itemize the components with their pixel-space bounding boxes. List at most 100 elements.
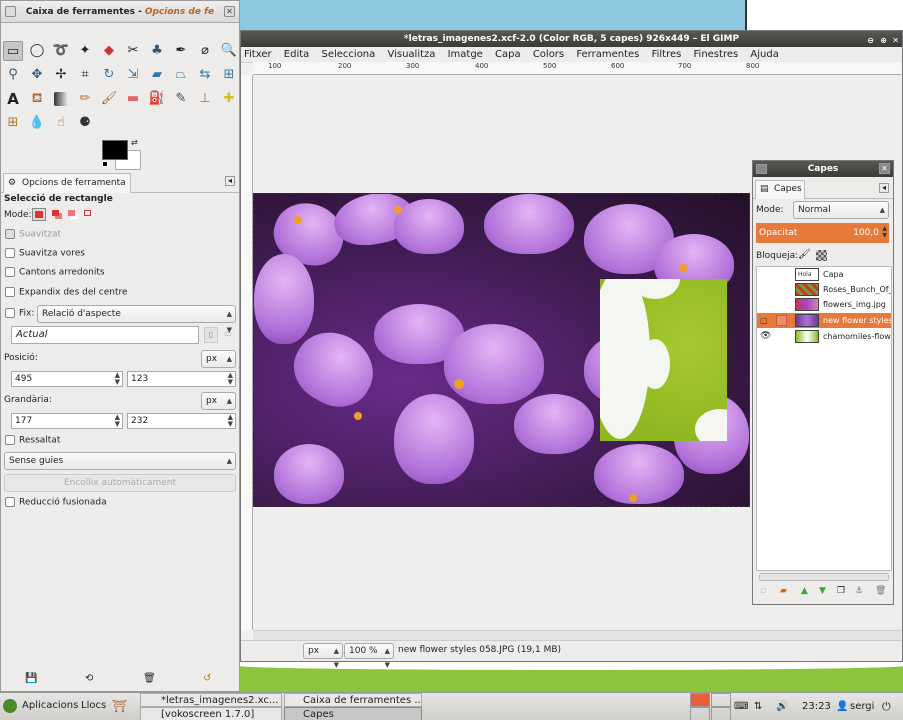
tab-menu-icon[interactable]: ◂ xyxy=(225,176,235,186)
new-layer-group-icon[interactable]: ▰ xyxy=(780,586,787,596)
expand-center-checkbox[interactable]: Expandix des del centre xyxy=(5,287,128,298)
applications-menu[interactable]: Aplicacions xyxy=(22,699,78,713)
menu-file[interactable]: Fitxer xyxy=(244,49,272,60)
mode-replace-icon[interactable] xyxy=(32,208,46,221)
smudge-tool-icon[interactable]: ☝ xyxy=(51,113,71,133)
layer-row[interactable]: flowers_img.jpg xyxy=(757,297,891,312)
measure-tool-icon[interactable]: ⚲ xyxy=(3,65,23,85)
rotate-tool-icon[interactable]: ↻ xyxy=(99,65,119,85)
landscape-icon[interactable]: ▭ xyxy=(221,327,235,343)
feather-checkbox[interactable]: Suavitza vores xyxy=(5,248,85,259)
paintbrush-tool-icon[interactable]: 🖌 xyxy=(99,89,119,109)
position-y-input[interactable]: 123 ▲ ▼ xyxy=(127,371,236,387)
power-icon[interactable]: ⏻ xyxy=(882,700,891,714)
spin-arrows-icon[interactable]: ▲ ▼ xyxy=(115,372,120,386)
portrait-icon[interactable]: ▯ xyxy=(204,327,218,343)
spin-arrows-icon[interactable]: ▲ ▼ xyxy=(228,414,233,428)
paths-tool-icon[interactable]: ✒ xyxy=(171,41,191,61)
bench-icon[interactable]: ⛩ xyxy=(112,699,127,713)
text-tool-icon[interactable]: A xyxy=(3,89,23,109)
close-icon[interactable]: ✕ xyxy=(892,33,899,49)
anchor-layer-icon[interactable]: ⚓ xyxy=(855,586,863,596)
antialias-checkbox[interactable]: Suavitzat xyxy=(5,229,61,240)
layers-titlebar[interactable]: Capes ✕ xyxy=(753,161,893,177)
reset-options-icon[interactable]: ↺ xyxy=(203,673,211,684)
ink-tool-icon[interactable]: ✎ xyxy=(171,89,191,109)
zoom-tool-icon[interactable]: 🔍 xyxy=(219,41,239,61)
clone-tool-icon[interactable]: ⊥ xyxy=(195,89,215,109)
window-menu-icon[interactable] xyxy=(5,6,16,17)
menu-filters[interactable]: Filtres xyxy=(652,49,682,60)
shear-tool-icon[interactable]: ▰ xyxy=(147,65,167,85)
lock-alpha-icon[interactable] xyxy=(816,250,827,261)
menu-image[interactable]: Imatge xyxy=(448,49,483,60)
taskbar-item-layers[interactable]: Capes xyxy=(284,707,422,720)
dodge-burn-tool-icon[interactable]: ⚈ xyxy=(75,113,95,133)
layer-row[interactable]: Hola Capa xyxy=(757,267,891,282)
swap-colors-icon[interactable]: ⇄ xyxy=(131,138,138,147)
align-tool-icon[interactable]: ✢ xyxy=(51,65,71,85)
highlight-checkbox[interactable]: Ressaltat xyxy=(5,435,60,446)
tab-tool-options[interactable]: ⚙ Opcions de ferramenta xyxy=(3,173,131,193)
vertical-ruler[interactable] xyxy=(241,75,253,630)
tab-layers[interactable]: ▤ Capes xyxy=(755,180,805,199)
perspective-tool-icon[interactable]: ⏢ xyxy=(171,65,191,85)
menu-layer[interactable]: Capa xyxy=(495,49,521,60)
toolbox-titlebar[interactable]: Caixa de ferramentes - Opcions de fe ✕ xyxy=(1,1,239,23)
close-icon[interactable]: ✕ xyxy=(224,6,235,17)
layer-row[interactable]: Roses_Bunch_Of_ xyxy=(757,282,891,297)
workspace-4[interactable] xyxy=(711,707,731,720)
guides-select[interactable]: Sense guies▲▼ xyxy=(4,452,236,481)
keyboard-icon[interactable]: ⌨ xyxy=(734,700,748,714)
airbrush-tool-icon[interactable]: ⛽ xyxy=(147,89,167,109)
eraser-tool-icon[interactable]: ▬ xyxy=(123,89,143,109)
save-options-icon[interactable]: 💾 xyxy=(25,673,37,684)
perspective-clone-tool-icon[interactable]: ⊞ xyxy=(3,113,23,133)
color-select-tool-icon[interactable]: ◆ xyxy=(99,41,119,61)
layer-row-selected[interactable]: ▢ new flower styles xyxy=(757,313,891,328)
heal-tool-icon[interactable]: ✚ xyxy=(219,89,239,109)
close-icon[interactable]: ✕ xyxy=(879,163,890,174)
spin-arrows-icon[interactable]: ▲ ▼ xyxy=(228,372,233,386)
raise-layer-icon[interactable]: ▲ xyxy=(801,586,808,596)
spin-arrows-icon[interactable]: ▲ ▼ xyxy=(115,414,120,428)
chain-icon[interactable]: ▢ xyxy=(760,313,768,328)
zoom-select[interactable]: 100 % ▲ ▼ xyxy=(344,643,394,669)
shrink-merged-checkbox[interactable]: Reducció fusionada xyxy=(5,497,107,508)
rounded-corners-checkbox[interactable]: Cantons arredonits xyxy=(5,267,105,278)
menu-help[interactable]: Ajuda xyxy=(750,49,778,60)
new-layer-icon[interactable]: ▫ xyxy=(760,586,766,596)
network-icon[interactable]: ⇅ xyxy=(754,700,762,714)
size-height-input[interactable]: 232 ▲ ▼ xyxy=(127,413,236,429)
mode-add-icon[interactable] xyxy=(50,208,64,221)
position-x-input[interactable]: 495 ▲ ▼ xyxy=(11,371,123,387)
lasso-tool-icon[interactable]: ➰ xyxy=(51,41,71,61)
delete-layer-icon[interactable]: 🗑 xyxy=(875,586,886,596)
layer-row[interactable]: 👁 chamomiles-flowe xyxy=(757,329,891,344)
foreground-select-tool-icon[interactable]: ♣ xyxy=(147,41,167,61)
auto-shrink-button[interactable]: Encollix automàticament xyxy=(4,474,236,492)
layer-chain-icon[interactable] xyxy=(776,315,787,326)
fixed-checkbox[interactable]: Fix: xyxy=(5,308,34,319)
fuzzy-select-tool-icon[interactable]: ✦ xyxy=(75,41,95,61)
apps-icon[interactable] xyxy=(3,699,17,713)
status-unit-select[interactable]: px ▲ ▼ xyxy=(303,643,343,669)
scissors-tool-icon[interactable]: ✂ xyxy=(123,41,143,61)
cage-tool-icon[interactable]: ⊞ xyxy=(219,65,239,85)
layers-scrollbar[interactable] xyxy=(759,573,889,581)
workspace-1[interactable] xyxy=(690,693,710,707)
menu-select[interactable]: Selecciona xyxy=(321,49,375,60)
pencil-tool-icon[interactable]: ✏ xyxy=(75,89,95,109)
workspace-3[interactable] xyxy=(690,707,710,720)
eye-icon[interactable]: 👁 xyxy=(760,329,771,344)
position-unit-select[interactable]: px▲▼ xyxy=(201,350,236,379)
maximize-icon[interactable]: ⊕ xyxy=(880,33,887,49)
taskbar-item-vokoscreen[interactable]: [vokoscreen 1.7.0] xyxy=(140,707,282,720)
window-menu-icon[interactable] xyxy=(756,164,767,174)
volume-icon[interactable]: 🔊 xyxy=(776,700,788,714)
crop-tool-icon[interactable]: ⌗ xyxy=(75,65,95,85)
lower-layer-icon[interactable]: ▼ xyxy=(819,586,826,596)
size-width-input[interactable]: 177 ▲ ▼ xyxy=(11,413,123,429)
image-window-titlebar[interactable]: *letras_imagenes2.xcf-2.0 (Color RGB, 5 … xyxy=(241,31,902,47)
duplicate-layer-icon[interactable]: ❐ xyxy=(837,586,845,596)
